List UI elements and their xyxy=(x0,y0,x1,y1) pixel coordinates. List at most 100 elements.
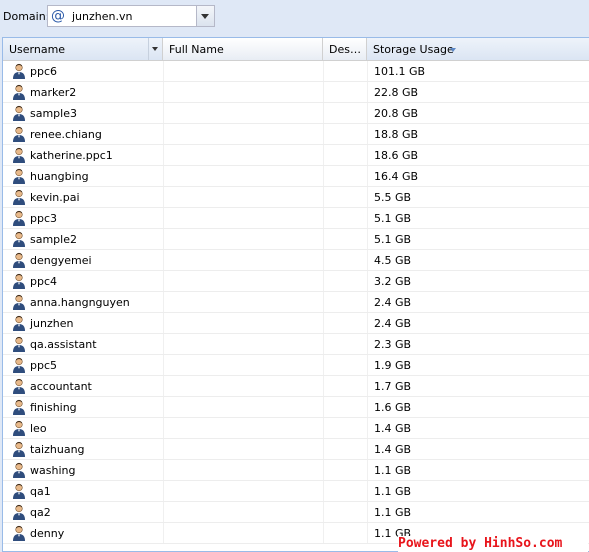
column-divider xyxy=(323,166,324,186)
user-icon xyxy=(12,315,26,331)
column-divider xyxy=(367,523,368,543)
username-cell: ppc6 xyxy=(30,65,58,78)
column-divider xyxy=(323,334,324,354)
username-cell: washing xyxy=(30,464,76,477)
table-row[interactable]: huangbing 16.4 GB xyxy=(3,166,589,187)
table-row[interactable]: leo 1.4 GB xyxy=(3,418,589,439)
user-icon xyxy=(12,84,26,100)
column-divider xyxy=(367,82,368,102)
column-divider xyxy=(163,418,164,438)
column-divider xyxy=(163,61,164,81)
column-divider xyxy=(367,334,368,354)
column-divider xyxy=(367,439,368,459)
domain-label: Domain: xyxy=(3,10,50,23)
storage-usage-cell: 1.6 GB xyxy=(374,401,412,414)
column-divider xyxy=(367,166,368,186)
username-cell: huangbing xyxy=(30,170,89,183)
column-divider xyxy=(367,271,368,291)
column-divider xyxy=(367,313,368,333)
user-icon xyxy=(12,378,26,394)
column-divider xyxy=(323,355,324,375)
user-icon xyxy=(12,105,26,121)
storage-usage-cell: 4.5 GB xyxy=(374,254,412,267)
column-divider xyxy=(323,250,324,270)
table-row[interactable]: sample2 5.1 GB xyxy=(3,229,589,250)
user-icon xyxy=(12,483,26,499)
user-icon xyxy=(12,273,26,289)
username-cell: anna.hangnguyen xyxy=(30,296,130,309)
table-row[interactable]: ppc3 5.1 GB xyxy=(3,208,589,229)
table-row[interactable]: dengyemei 4.5 GB xyxy=(3,250,589,271)
column-divider xyxy=(367,355,368,375)
table-row[interactable]: marker2 22.8 GB xyxy=(3,82,589,103)
column-divider xyxy=(163,103,164,123)
column-divider xyxy=(163,292,164,312)
column-divider xyxy=(163,313,164,333)
column-divider xyxy=(163,481,164,501)
column-divider xyxy=(367,61,368,81)
column-divider xyxy=(323,376,324,396)
column-divider xyxy=(323,61,324,81)
username-cell: taizhuang xyxy=(30,443,85,456)
column-divider xyxy=(323,103,324,123)
user-icon xyxy=(12,189,26,205)
column-header-storage-usage-label: Storage Usage xyxy=(373,43,454,56)
column-divider xyxy=(367,418,368,438)
column-divider xyxy=(163,208,164,228)
username-cell: finishing xyxy=(30,401,77,414)
at-sign-icon: @ xyxy=(51,8,65,24)
table-row[interactable]: kevin.pai 5.5 GB xyxy=(3,187,589,208)
user-icon xyxy=(12,357,26,373)
column-header-description[interactable]: Des… xyxy=(323,38,367,60)
column-header-storage-usage[interactable]: Storage Usage xyxy=(367,38,589,60)
username-cell: leo xyxy=(30,422,47,435)
column-header-full-name[interactable]: Full Name xyxy=(163,38,323,60)
user-icon xyxy=(12,126,26,142)
storage-usage-cell: 1.4 GB xyxy=(374,422,412,435)
user-icon xyxy=(12,210,26,226)
table-row[interactable]: renee.chiang 18.8 GB xyxy=(3,124,589,145)
table-row[interactable]: taizhuang 1.4 GB xyxy=(3,439,589,460)
storage-usage-cell: 1.4 GB xyxy=(374,443,412,456)
table-row[interactable]: ppc5 1.9 GB xyxy=(3,355,589,376)
user-icon xyxy=(12,147,26,163)
storage-usage-cell: 20.8 GB xyxy=(374,107,419,120)
username-cell: denny xyxy=(30,527,65,540)
column-divider xyxy=(323,229,324,249)
domain-select[interactable]: @ junzhen.vn xyxy=(47,5,215,27)
grid-body: ppc6 101.1 GB marker2 22.8 GB sample3 20.8 GB… xyxy=(3,61,589,544)
chevron-down-icon[interactable] xyxy=(196,6,214,26)
table-row[interactable]: qa1 1.1 GB xyxy=(3,481,589,502)
table-row[interactable]: accountant 1.7 GB xyxy=(3,376,589,397)
user-icon xyxy=(12,462,26,478)
table-row[interactable]: ppc6 101.1 GB xyxy=(3,61,589,82)
column-header-username[interactable]: Username xyxy=(3,38,163,60)
table-row[interactable]: anna.hangnguyen 2.4 GB xyxy=(3,292,589,313)
user-icon xyxy=(12,63,26,79)
table-row[interactable]: junzhen 2.4 GB xyxy=(3,313,589,334)
storage-usage-cell: 1.9 GB xyxy=(374,359,412,372)
column-divider xyxy=(367,481,368,501)
table-row[interactable]: finishing 1.6 GB xyxy=(3,397,589,418)
username-cell: renee.chiang xyxy=(30,128,102,141)
user-icon xyxy=(12,504,26,520)
table-row[interactable]: washing 1.1 GB xyxy=(3,460,589,481)
storage-usage-cell: 22.8 GB xyxy=(374,86,419,99)
table-row[interactable]: qa2 1.1 GB xyxy=(3,502,589,523)
storage-usage-cell: 18.6 GB xyxy=(374,149,419,162)
table-row[interactable]: katherine.ppc1 18.6 GB xyxy=(3,145,589,166)
column-divider xyxy=(163,334,164,354)
user-icon xyxy=(12,294,26,310)
column-divider xyxy=(323,187,324,207)
table-row[interactable]: sample3 20.8 GB xyxy=(3,103,589,124)
column-header-description-label: Des… xyxy=(329,43,361,56)
column-menu-chevron-icon[interactable] xyxy=(148,38,162,60)
column-divider xyxy=(367,187,368,207)
column-divider xyxy=(163,82,164,102)
column-divider xyxy=(163,523,164,543)
column-divider xyxy=(163,502,164,522)
table-row[interactable]: ppc4 3.2 GB xyxy=(3,271,589,292)
storage-usage-cell: 5.5 GB xyxy=(374,191,412,204)
table-row[interactable]: qa.assistant 2.3 GB xyxy=(3,334,589,355)
column-divider xyxy=(323,397,324,417)
